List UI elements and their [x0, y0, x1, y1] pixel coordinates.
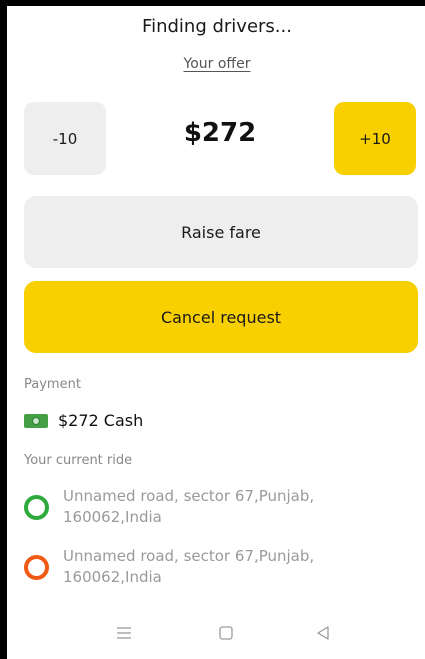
pickup-marker-icon [24, 494, 49, 520]
payment-method: $272 Cash [24, 411, 143, 430]
your-offer-link[interactable]: Your offer [184, 56, 251, 72]
decrease-fare-button[interactable]: -10 [24, 102, 106, 175]
cancel-request-button[interactable]: Cancel request [24, 281, 418, 353]
dropoff-stop: Unnamed road, sector 67,Punjab, 160062,I… [24, 546, 363, 588]
system-navigation-bar [7, 616, 425, 656]
current-ride-label: Your current ride [24, 453, 133, 468]
payment-section-label: Payment [24, 377, 81, 392]
pickup-address: Unnamed road, sector 67,Punjab, 160062,I… [63, 487, 315, 526]
ride-request-screen: Finding drivers... Your offer -10 $272 +… [7, 6, 425, 659]
back-triangle-icon[interactable] [314, 624, 332, 642]
payment-method-text: $272 Cash [58, 411, 144, 430]
home-square-icon[interactable] [217, 624, 235, 642]
dropoff-address: Unnamed road, sector 67,Punjab, 160062,I… [63, 547, 315, 586]
pickup-stop: Unnamed road, sector 67,Punjab, 160062,I… [24, 486, 363, 528]
raise-fare-button[interactable]: Raise fare [24, 196, 418, 268]
cash-coin [32, 416, 40, 425]
dropoff-marker-icon [24, 554, 49, 580]
your-offer-link-row: Your offer [7, 56, 425, 72]
increase-fare-button[interactable]: +10 [334, 102, 416, 175]
menu-icon[interactable] [115, 624, 133, 642]
offer-price: $272 [183, 118, 257, 148]
cash-icon [24, 413, 48, 428]
page-title: Finding drivers... [142, 16, 292, 37]
